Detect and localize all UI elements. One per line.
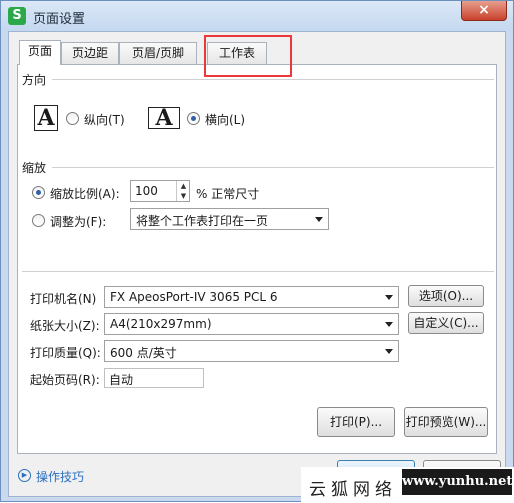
fit-to-chevron-down-icon	[315, 217, 323, 222]
print-quality-value: 600 点/英寸	[110, 346, 177, 360]
spin-down-icon[interactable]: ▼	[177, 191, 190, 201]
paper-size-label: 纸张大小(Z):	[30, 319, 100, 333]
paper-size-chevron-down-icon	[385, 322, 393, 327]
print-button[interactable]: 打印(P)...	[317, 407, 395, 437]
landscape-icon: A	[148, 107, 180, 129]
printer-options-button[interactable]: 选项(O)...	[408, 285, 484, 307]
paper-size-select[interactable]: A4(210x297mm)	[104, 313, 399, 335]
watermark-banner: 云狐网络 www.yunhu.net	[301, 467, 514, 503]
landscape-radio[interactable]	[187, 112, 200, 125]
start-page-label: 起始页码(R):	[30, 373, 100, 387]
close-button[interactable]: ×	[461, 1, 507, 21]
scale-percent-radio[interactable]	[32, 186, 45, 199]
scaling-section-label: 缩放	[22, 161, 47, 175]
spin-up-icon[interactable]: ▲	[177, 181, 190, 191]
fit-to-label: 调整为(F):	[50, 215, 107, 229]
watermark-text: 云狐网络	[309, 480, 397, 500]
app-icon: S	[8, 7, 26, 25]
tab-page[interactable]: 页面	[19, 40, 61, 65]
title-bar: S 页面设置 ×	[1, 1, 513, 31]
print-quality-label: 打印质量(Q):	[30, 346, 101, 360]
scale-spinner[interactable]: ▲ ▼	[176, 181, 190, 201]
printer-select[interactable]: FX ApeosPort-IV 3065 PCL 6	[104, 286, 399, 308]
landscape-label: 横向(L)	[205, 113, 246, 127]
paper-size-value: A4(210x297mm)	[110, 317, 212, 331]
tips-link[interactable]: 操作技巧	[36, 468, 84, 485]
printer-value: FX ApeosPort-IV 3065 PCL 6	[110, 290, 278, 304]
dialog-title: 页面设置	[33, 12, 86, 27]
portrait-icon: A	[34, 105, 58, 131]
print-preview-button[interactable]: 打印预览(W)...	[404, 407, 488, 437]
scaling-divider	[52, 167, 494, 168]
printer-chevron-down-icon	[385, 295, 393, 300]
printer-divider	[22, 271, 494, 272]
printer-name-label: 打印机名(N)	[30, 292, 97, 306]
tab-highlight-box	[204, 35, 292, 77]
portrait-radio[interactable]	[66, 112, 79, 125]
portrait-label: 纵向(T)	[84, 113, 125, 127]
print-quality-chevron-down-icon	[385, 349, 393, 354]
tab-header-footer[interactable]: 页眉/页脚	[119, 42, 197, 64]
fit-to-value: 将整个工作表打印在一页	[136, 214, 269, 228]
fit-to-radio[interactable]	[32, 214, 45, 227]
dialog-content: 页面 页边距 页眉/页脚 工作表 方向 A 纵向(T) A 横向(L) 缩放 缩…	[8, 31, 506, 497]
watermark-url: www.yunhu.net	[402, 469, 512, 495]
tab-margins[interactable]: 页边距	[61, 42, 119, 64]
scale-percent-label: 缩放比例(A):	[50, 187, 120, 201]
scale-suffix-label: % 正常尺寸	[196, 187, 260, 201]
orientation-section-label: 方向	[22, 73, 47, 87]
scale-percent-value: 100	[135, 184, 158, 198]
orientation-divider	[52, 79, 494, 80]
tips-play-icon[interactable]: ▶	[18, 469, 31, 482]
page-setup-dialog: S 页面设置 × 页面 页边距 页眉/页脚 工作表 方向 A 纵向(T) A 横…	[0, 0, 514, 503]
scale-percent-input[interactable]: 100 ▲ ▼	[130, 180, 190, 202]
page-tab-panel: 方向 A 纵向(T) A 横向(L) 缩放 缩放比例(A): 100 ▲ ▼ %…	[17, 64, 497, 454]
fit-to-select[interactable]: 将整个工作表打印在一页	[130, 208, 329, 230]
print-quality-select[interactable]: 600 点/英寸	[104, 340, 399, 362]
start-page-input[interactable]: 自动	[104, 368, 204, 388]
custom-size-button[interactable]: 自定义(C)...	[408, 312, 484, 334]
